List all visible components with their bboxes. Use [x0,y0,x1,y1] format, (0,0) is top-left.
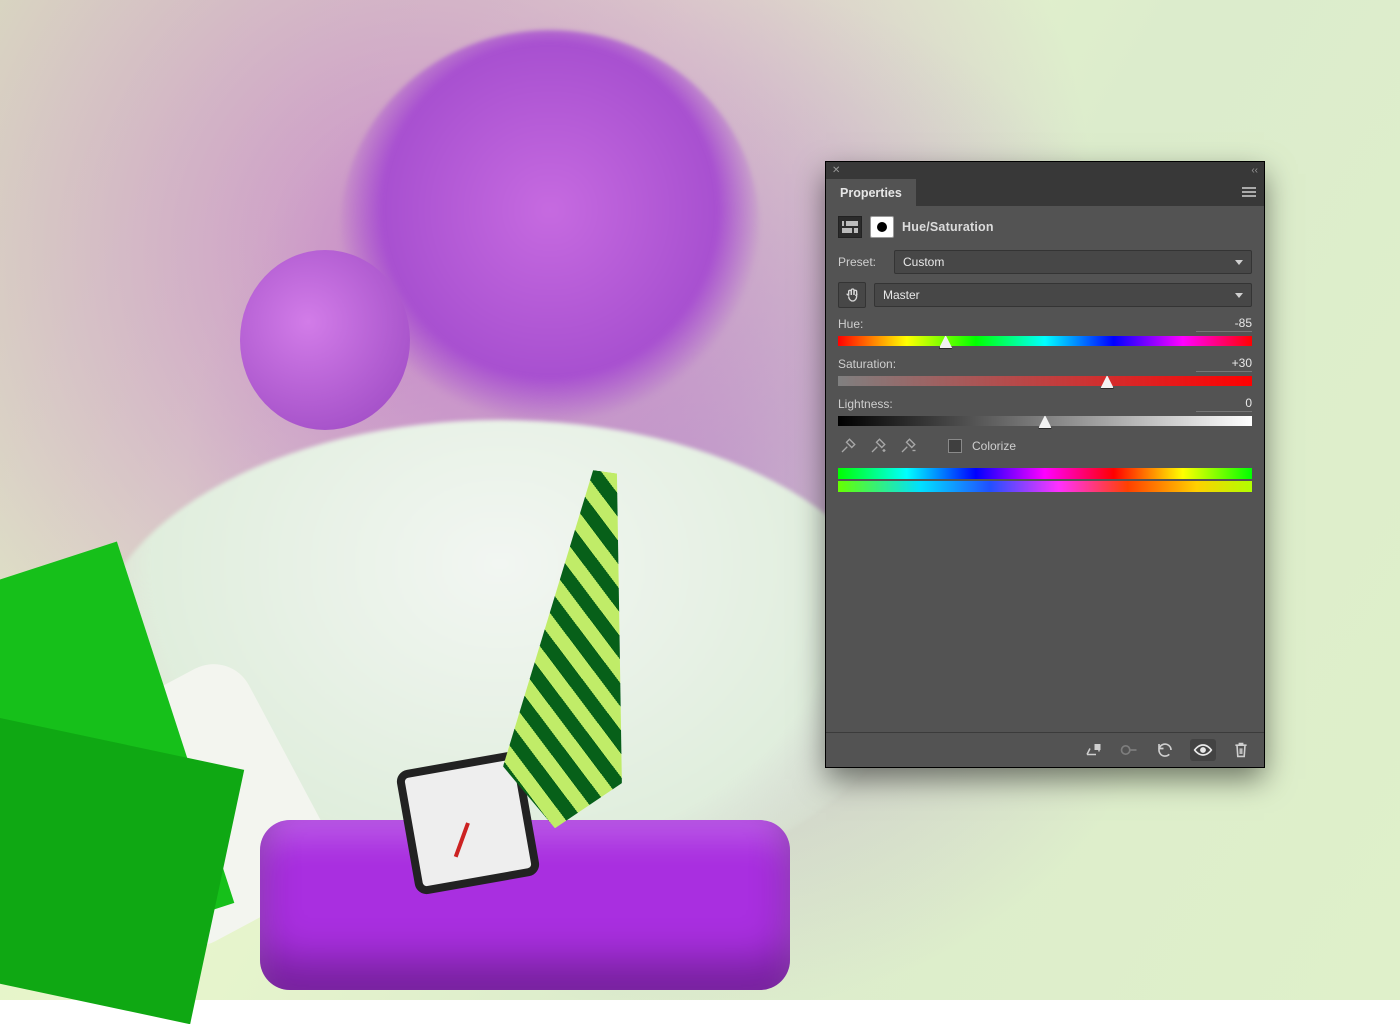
photo-region [0,716,244,1024]
lightness-label: Lightness: [838,397,893,411]
adjustment-header: Hue/Saturation [838,216,1252,238]
properties-panel: ✕ ‹‹ Properties Hue/Saturation Pr [826,162,1264,767]
hue-slider-block: Hue: -85 [838,316,1252,346]
adjustment-title: Hue/Saturation [902,220,994,234]
colorize-label: Colorize [972,439,1016,453]
channel-value: Master [883,288,920,302]
eyedropper-row: Colorize [838,436,1252,456]
toggle-visibility-icon[interactable] [1190,739,1216,761]
hue-value-field[interactable]: -85 [1196,316,1252,332]
chevron-down-icon [1235,293,1243,298]
eyedropper-icon[interactable] [838,436,858,456]
panel-topstrip: ✕ ‹‹ [826,162,1264,178]
lightness-slider-thumb[interactable] [1038,415,1052,429]
eyedropper-subtract-icon[interactable] [898,436,918,456]
output-spectrum-bar [838,481,1252,492]
close-panel-icon[interactable]: ✕ [832,165,840,176]
tab-properties[interactable]: Properties [826,179,916,206]
preset-value: Custom [903,255,944,269]
saturation-slider-block: Saturation: +30 [838,356,1252,386]
lightness-slider[interactable] [838,416,1252,426]
panel-spacer [838,496,1252,726]
reset-icon[interactable] [1154,739,1176,761]
previous-state-icon[interactable] [1118,739,1140,761]
lightness-value-field[interactable]: 0 [1196,396,1252,412]
adjustment-thumb-icon[interactable] [838,216,862,238]
panel-tabs: Properties [826,178,1264,206]
saturation-value-field[interactable]: +30 [1196,356,1252,372]
hue-label: Hue: [838,317,863,331]
delete-adjustment-icon[interactable] [1230,739,1252,761]
panel-body: Hue/Saturation Preset: Custom Master [826,206,1264,732]
preset-dropdown[interactable]: Custom [894,250,1252,274]
preset-row: Preset: Custom [838,250,1252,274]
clip-to-layer-icon[interactable] [1082,739,1104,761]
collapse-panel-icon[interactable]: ‹‹ [1251,165,1258,176]
panel-menu-icon[interactable] [1242,187,1256,197]
eyedropper-add-icon[interactable] [868,436,888,456]
saturation-label: Saturation: [838,357,896,371]
saturation-slider[interactable] [838,376,1252,386]
color-range-bars[interactable] [838,468,1252,492]
hue-slider-thumb[interactable] [939,335,953,349]
preset-label: Preset: [838,255,886,269]
colorize-checkbox[interactable] [948,439,962,453]
chevron-down-icon [1235,260,1243,265]
hue-slider[interactable] [838,336,1252,346]
saturation-slider-thumb[interactable] [1100,375,1114,389]
channel-row: Master [838,282,1252,308]
input-spectrum-bar [838,468,1252,479]
channel-dropdown[interactable]: Master [874,283,1252,307]
lightness-slider-block: Lightness: 0 [838,396,1252,426]
photo-region [240,250,410,430]
targeted-adjustment-icon[interactable] [838,282,866,308]
panel-footer [826,732,1264,767]
layer-mask-icon[interactable] [870,216,894,238]
